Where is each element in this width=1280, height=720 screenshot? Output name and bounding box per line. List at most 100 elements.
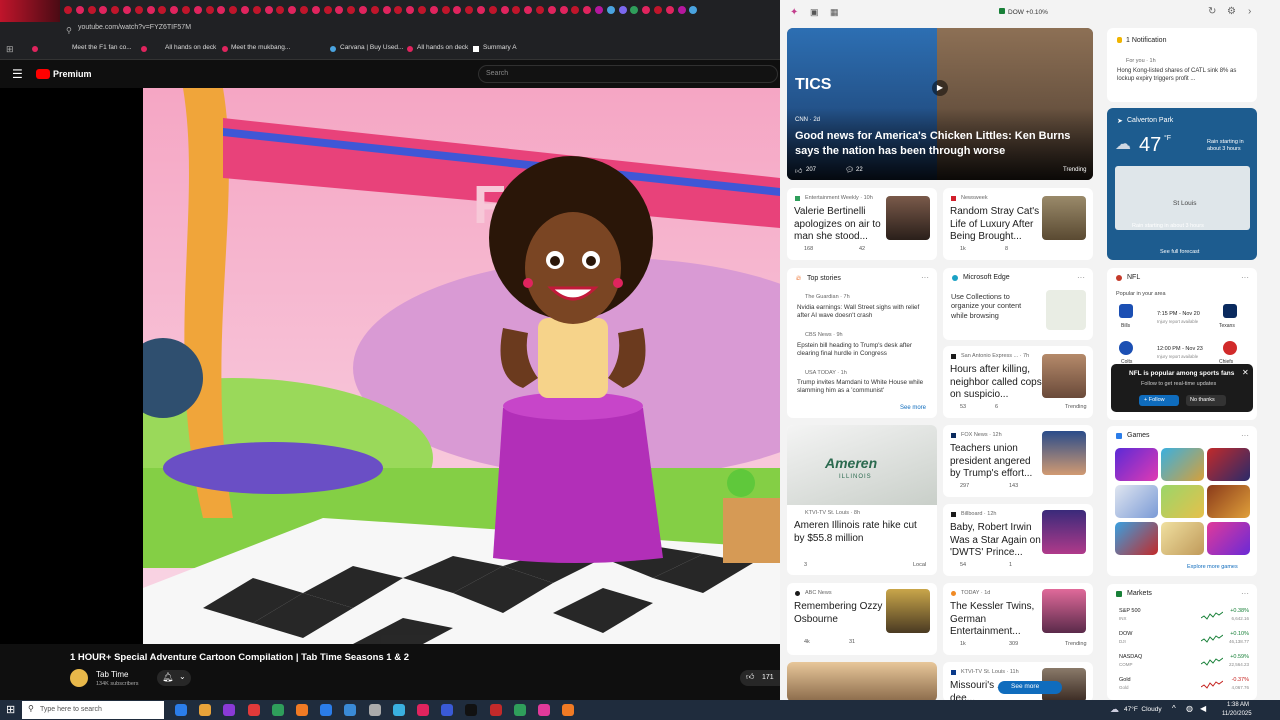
hero-comment-icon[interactable]: 💬︎ xyxy=(845,166,854,174)
explore-games-link[interactable]: Explore more games xyxy=(1187,564,1238,570)
tab-favicon[interactable] xyxy=(64,6,72,14)
tab-favicon[interactable] xyxy=(300,6,308,14)
video-icon[interactable]: ▣ xyxy=(810,7,819,18)
tab-favicon[interactable] xyxy=(370,6,379,14)
more-options-icon[interactable]: ··· xyxy=(1241,273,1249,282)
bookmark-6[interactable]: Summary A xyxy=(483,44,517,51)
game-tile[interactable] xyxy=(1207,522,1250,555)
billboard-likes[interactable]: 54 xyxy=(960,562,966,568)
tab-favicon[interactable] xyxy=(524,6,533,14)
tab-favicon[interactable] xyxy=(229,6,238,14)
fox-comments[interactable]: 143 xyxy=(1009,483,1018,489)
tab-favicon[interactable] xyxy=(288,6,297,14)
tab-favicon[interactable] xyxy=(99,6,108,14)
url-input[interactable]: youtube.com/watch?v=FYZ6TIF57M xyxy=(78,24,191,31)
tab-favicon[interactable] xyxy=(406,6,415,14)
taskbar-app-icon[interactable] xyxy=(441,704,454,716)
notification-text[interactable]: Hong Kong-listed shares of CATL sink 8% … xyxy=(1117,68,1249,84)
youtube-logo-icon[interactable] xyxy=(36,69,50,79)
billboard-comments[interactable]: 1 xyxy=(1009,562,1012,568)
tab-favicon[interactable] xyxy=(382,6,391,14)
tab-favicon[interactable] xyxy=(583,6,592,14)
story-1-text[interactable]: Nvidia earnings: Wall Street sighs with … xyxy=(797,304,931,320)
tab-favicon[interactable] xyxy=(512,6,521,14)
tab-favicon[interactable] xyxy=(500,6,509,14)
hero-like-icon[interactable]: 👍︎ xyxy=(795,166,802,175)
more-options-icon[interactable]: ··· xyxy=(1077,273,1085,282)
billboard-headline[interactable]: Baby, Robert Irwin Was a Star Again on '… xyxy=(950,522,1042,560)
taskbar-app-icon[interactable] xyxy=(199,704,212,716)
tab-favicon[interactable] xyxy=(595,6,603,14)
site-info-icon[interactable]: ⚲ xyxy=(66,26,72,35)
menu-icon[interactable]: ☰ xyxy=(12,67,23,81)
news-card-billboard[interactable]: Billboard · 12h Baby, Robert Irwin Was a… xyxy=(943,504,1093,576)
edge-card[interactable]: Microsoft Edge ··· Use Collections to or… xyxy=(943,268,1093,340)
tab-favicon[interactable] xyxy=(205,6,214,14)
game-tile[interactable] xyxy=(1161,522,1204,555)
tab-favicon[interactable] xyxy=(630,6,639,14)
market-row[interactable]: NASDAQ COMP +0.59% 22,564.23 xyxy=(1119,654,1249,676)
bookmark-1[interactable]: Meet the F1 fan co... xyxy=(72,44,132,51)
weather-map[interactable]: St Louis xyxy=(1115,166,1250,230)
channel-avatar[interactable] xyxy=(70,669,88,687)
tab-favicon[interactable] xyxy=(606,6,615,14)
more-options-icon[interactable]: ··· xyxy=(921,273,929,282)
news-card-partial[interactable] xyxy=(787,662,937,700)
tray-volume-icon[interactable]: ◀ xyxy=(1200,704,1206,713)
tray-chevron-icon[interactable]: ^ xyxy=(1172,704,1176,713)
nfl-card[interactable]: NFL ··· Popular in your area Bills 7:15 … xyxy=(1107,268,1257,420)
tab-favicon[interactable] xyxy=(488,6,497,14)
see-more-link[interactable]: See more xyxy=(900,405,926,411)
tab-favicon[interactable] xyxy=(477,6,485,14)
tab-favicon[interactable] xyxy=(75,6,84,14)
tab-favicon[interactable] xyxy=(429,6,438,14)
tab-favicon[interactable] xyxy=(241,6,249,14)
abc-headline[interactable]: Remembering Ozzy Osbourne xyxy=(794,601,886,626)
tab-favicon[interactable] xyxy=(347,6,356,14)
tab-favicon[interactable] xyxy=(642,6,651,14)
gear-icon[interactable]: ⚙ xyxy=(1227,6,1236,17)
tab-favicon[interactable] xyxy=(193,6,202,14)
like-button[interactable]: 👍︎ 171 xyxy=(740,670,780,686)
taskbar-app-icon[interactable] xyxy=(489,704,502,716)
tab-favicon[interactable] xyxy=(323,6,332,14)
tab-favicon[interactable] xyxy=(654,6,662,14)
tray-time[interactable]: 1:38 AM xyxy=(1227,702,1249,708)
tab-favicon[interactable] xyxy=(689,6,698,14)
market-row[interactable]: DOW DJI +0.10% 46,138.77 xyxy=(1119,631,1249,653)
tab-favicon[interactable] xyxy=(677,6,686,14)
tab-favicon[interactable] xyxy=(418,6,426,14)
tab-favicon[interactable] xyxy=(158,6,167,14)
taskbar-app-icon[interactable] xyxy=(392,704,405,716)
news-card-ameren[interactable]: Ameren ILLINOIS KTVI-TV St. Louis · 8h A… xyxy=(787,425,937,575)
tray-network-icon[interactable]: ◍ xyxy=(1186,704,1193,713)
game-tile[interactable] xyxy=(1207,485,1250,518)
today-comments[interactable]: 309 xyxy=(1009,641,1018,647)
fox-headline[interactable]: Teachers union president angered by Trum… xyxy=(950,443,1042,481)
start-icon[interactable]: ⊞ xyxy=(6,703,15,716)
forecast-link[interactable]: See full forecast xyxy=(1160,249,1199,255)
game-tile[interactable] xyxy=(1115,522,1158,555)
taskbar-app-icon[interactable] xyxy=(465,704,478,716)
ew-headline[interactable]: Valerie Bertinelli apologizes on air to … xyxy=(794,206,886,244)
taskbar-app-icon[interactable] xyxy=(247,704,260,716)
tab-favicon[interactable] xyxy=(182,6,190,14)
tab-favicon[interactable] xyxy=(264,6,273,14)
sa-headline[interactable]: Hours after killing, neighbor called cop… xyxy=(950,364,1042,402)
widgets-logo-icon[interactable]: ✦ xyxy=(790,7,798,18)
news-card-today[interactable]: TODAY · 1d The Kessler Twins, German Ent… xyxy=(943,583,1093,655)
tab-favicon[interactable] xyxy=(665,6,674,14)
tab-favicon[interactable] xyxy=(536,6,544,14)
more-options-icon[interactable]: ··· xyxy=(1241,589,1249,598)
story-3-text[interactable]: Trump invites Mamdani to White House whi… xyxy=(797,379,931,395)
bookmark-2[interactable]: All hands on deck xyxy=(165,44,216,51)
close-icon[interactable]: ✕ xyxy=(1242,368,1249,377)
tab-favicon[interactable] xyxy=(311,6,320,14)
games-card[interactable]: Games ··· Explore more games xyxy=(1107,426,1257,576)
taskbar-app-icon[interactable] xyxy=(417,704,429,716)
abc-likes[interactable]: 4k xyxy=(804,639,810,645)
today-headline[interactable]: The Kessler Twins, German Entertainment.… xyxy=(950,601,1042,639)
taskbar-app-icon[interactable] xyxy=(368,704,381,716)
taskbar-app-icon[interactable] xyxy=(562,704,575,716)
tab-favicon[interactable] xyxy=(465,6,474,14)
